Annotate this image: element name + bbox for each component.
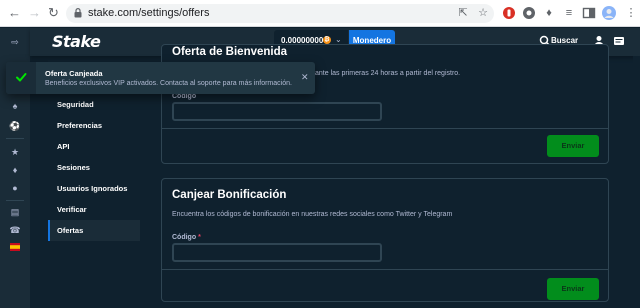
language-flag-icon[interactable] [9, 241, 21, 253]
bonus-code-input[interactable] [172, 243, 382, 262]
support-icon[interactable]: ☎ [9, 224, 21, 236]
address-bar[interactable]: stake.com/settings/offers [66, 4, 494, 23]
browser-toolbar: ← → ↻ stake.com/settings/offers ⇱ ☆ ♦ ≡ … [0, 0, 640, 27]
bonus-code-label: Código * [172, 234, 201, 241]
sports-icon[interactable]: ⚽ [9, 120, 21, 132]
rail-divider [6, 200, 24, 201]
forward-icon[interactable]: → [28, 6, 41, 20]
welcome-offer-title: Oferta de Bienvenida [172, 46, 288, 58]
welcome-submit-button[interactable]: Enviar [547, 135, 599, 157]
lock-icon [74, 8, 82, 18]
reload-icon[interactable]: ↻ [48, 6, 59, 20]
casino-icon[interactable]: ♠ [9, 100, 21, 112]
chevron-down-icon: ⌄ [335, 35, 342, 44]
offer-redeemed-toast: Oferta Canjeada Beneficios exclusivos VI… [6, 62, 315, 94]
card-divider [162, 269, 608, 270]
welcome-code-label: Código [172, 93, 197, 100]
bonus-submit-button[interactable]: Enviar [547, 278, 599, 300]
vip-icon[interactable]: ♦ [9, 164, 21, 176]
toast-title: Oferta Canjeada [45, 69, 103, 78]
profile-avatar[interactable] [602, 6, 616, 20]
card-divider [162, 128, 608, 129]
menu-item-security[interactable]: Seguridad [48, 94, 140, 115]
blog-icon[interactable]: ▤ [9, 206, 21, 218]
adblock-extension-icon[interactable] [502, 6, 516, 20]
side-panel-icon[interactable] [582, 6, 596, 20]
rail-divider [6, 138, 24, 139]
menu-item-preferences[interactable]: Preferencias [48, 115, 140, 136]
menu-item-api[interactable]: API [48, 136, 140, 157]
notifications-icon[interactable] [613, 35, 625, 47]
menu-item-verify[interactable]: Verificar [48, 199, 140, 220]
bitcoin-icon: ₿ [323, 36, 331, 44]
extension-icon[interactable] [522, 6, 536, 20]
affiliate-icon[interactable]: ● [9, 182, 21, 194]
stake-logo[interactable]: Stake [52, 32, 101, 51]
toast-message: Beneficios exclusivos VIP activados. Con… [45, 80, 292, 87]
bookmark-star-icon[interactable]: ☆ [476, 6, 490, 20]
menu-item-offers[interactable]: Ofertas [48, 220, 140, 241]
checkmark-icon [16, 73, 27, 82]
redeem-bonus-card: Canjear Bonificación Encuentra los códig… [161, 178, 609, 302]
redeem-bonus-title: Canjear Bonificación [172, 189, 287, 201]
reading-list-icon[interactable]: ≡ [562, 6, 576, 20]
close-icon[interactable]: ✕ [301, 73, 309, 82]
expand-menu-icon[interactable]: ⇨ [9, 36, 21, 48]
share-icon[interactable]: ⇱ [456, 6, 470, 20]
extensions-puzzle-icon[interactable]: ♦ [542, 6, 556, 20]
browser-menu-icon[interactable]: ⋮ [624, 6, 638, 20]
back-icon[interactable]: ← [8, 6, 21, 20]
required-marker: * [198, 234, 201, 241]
menu-item-sessions[interactable]: Sesiones [48, 157, 140, 178]
url-text: stake.com/settings/offers [88, 7, 210, 19]
menu-item-ignored-users[interactable]: Usuarios Ignorados [48, 178, 140, 199]
welcome-offer-description: ante las primeras 24 horas a partir del … [315, 70, 461, 77]
welcome-code-input[interactable] [172, 102, 382, 121]
page-scrollbar[interactable] [633, 56, 640, 308]
promotions-icon[interactable]: ★ [9, 146, 21, 158]
redeem-bonus-description: Encuentra los códigos de bonificación en… [172, 211, 453, 218]
